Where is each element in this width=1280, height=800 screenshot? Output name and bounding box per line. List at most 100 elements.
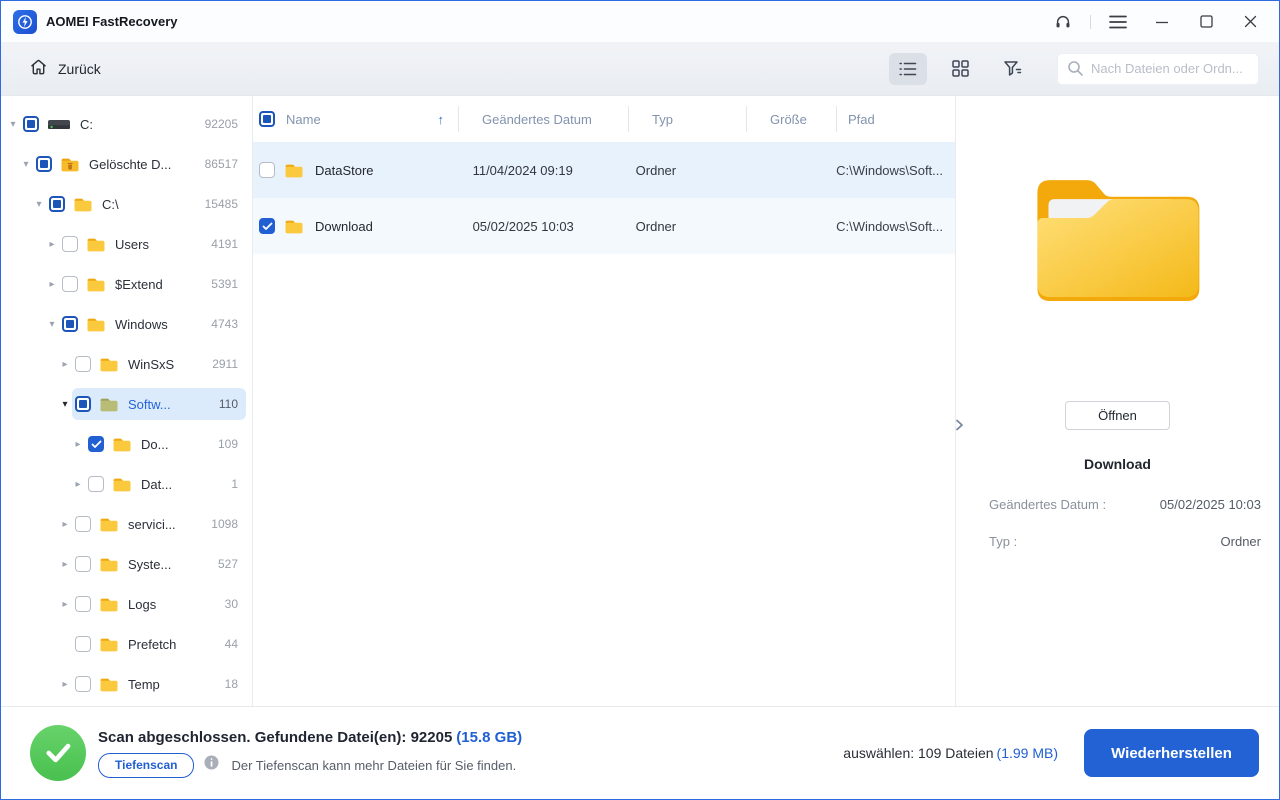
checkbox[interactable]	[75, 556, 91, 572]
close-button[interactable]	[1233, 7, 1267, 37]
tree-item-body[interactable]: C:\ 15485	[46, 188, 246, 220]
select-all-checkbox[interactable]	[259, 111, 275, 127]
table-body: DataStore 11/04/2024 09:19 Ordner C:\Window…	[253, 142, 955, 254]
tree-item-logs[interactable]: ▸ Logs 30	[1, 584, 252, 624]
tree-item-extend[interactable]: ▸ $Extend 5391	[1, 264, 252, 304]
tree-item-count: 1098	[211, 517, 238, 531]
search-input[interactable]	[1057, 52, 1259, 85]
tree-item-windows[interactable]: ▾ Windows 4743	[1, 304, 252, 344]
tree-item-count: 15485	[204, 197, 238, 211]
maximize-button[interactable]	[1189, 7, 1223, 37]
checkbox[interactable]	[88, 436, 104, 452]
tree-item-c[interactable]: ▾ C:\ 15485	[1, 184, 252, 224]
column-label-name: Name	[286, 111, 321, 127]
checkbox[interactable]	[259, 218, 275, 234]
checkbox[interactable]	[62, 236, 78, 252]
drive-icon	[47, 116, 71, 132]
deep-scan-button[interactable]: Tiefenscan	[98, 752, 195, 778]
tree-item-label: Syste...	[128, 556, 172, 572]
home-icon	[29, 58, 48, 79]
back-button[interactable]: Zurück	[29, 58, 101, 79]
tree-item-body[interactable]: servici... 1098	[72, 508, 246, 540]
tree-item-do[interactable]: ▸ Do... 109	[1, 424, 252, 464]
checkbox[interactable]	[259, 162, 275, 178]
checkbox[interactable]	[75, 636, 91, 652]
checkbox[interactable]	[75, 516, 91, 532]
tree-item-label: Logs	[128, 596, 157, 612]
tree-item-body[interactable]: Dat... 1	[85, 468, 246, 500]
expand-arrow-icon[interactable]: ▾	[19, 159, 33, 170]
list-view-button[interactable]	[889, 52, 927, 85]
tree-item-body[interactable]: $Extend 5391	[59, 268, 246, 300]
expand-arrow-icon[interactable]: ▾	[32, 199, 46, 210]
checkbox[interactable]	[75, 676, 91, 692]
table-row-datastore[interactable]: DataStore 11/04/2024 09:19 Ordner C:\Window…	[253, 142, 955, 198]
checkbox[interactable]	[62, 316, 78, 332]
table-row-download[interactable]: Download 05/02/2025 10:03 Ordner C:\Windows…	[253, 198, 955, 254]
tree-item-c[interactable]: ▾ C: 92205	[1, 104, 252, 144]
expand-arrow-icon[interactable]: ▾	[6, 119, 20, 130]
grid-view-button[interactable]	[941, 53, 979, 85]
filter-button[interactable]	[993, 53, 1031, 85]
checkbox[interactable]	[36, 156, 52, 172]
tree-item-syste[interactable]: ▸ Syste... 527	[1, 544, 252, 584]
tree-item-body[interactable]: C: 92205	[20, 108, 246, 140]
column-header-name[interactable]: Name ↑	[253, 96, 458, 142]
tree-item-body[interactable]: Do... 109	[85, 428, 246, 460]
checkbox[interactable]	[62, 276, 78, 292]
tree-item-body[interactable]: Syste... 527	[72, 548, 246, 580]
expand-arrow-icon[interactable]: ▾	[45, 319, 59, 330]
tree-item-count: 44	[224, 637, 238, 651]
column-header-path[interactable]: Pfad	[836, 96, 955, 142]
column-header-size[interactable]: Größe	[746, 96, 836, 142]
expand-arrow-icon[interactable]: ▸	[45, 239, 59, 250]
tree-item-gel-schte-d[interactable]: ▾ Gelöschte D... 86517	[1, 144, 252, 184]
expand-arrow-icon[interactable]: ▸	[71, 439, 85, 450]
expand-arrow-icon[interactable]: ▸	[58, 599, 72, 610]
tree-item-winsxs[interactable]: ▸ WinSxS 2911	[1, 344, 252, 384]
tree-item-count: 4743	[211, 317, 238, 331]
checkbox[interactable]	[75, 596, 91, 612]
tree-item-body[interactable]: Logs 30	[72, 588, 246, 620]
tree-item-dat[interactable]: ▸ Dat... 1	[1, 464, 252, 504]
open-button[interactable]: Öffnen	[1065, 401, 1170, 430]
tree-item-body[interactable]: Users 4191	[59, 228, 246, 260]
checkbox[interactable]	[88, 476, 104, 492]
tree-item-body[interactable]: Windows 4743	[59, 308, 246, 340]
expand-arrow-icon[interactable]: ▸	[58, 679, 72, 690]
statusbar: Scan abgeschlossen. Gefundene Datei(en):…	[1, 706, 1279, 799]
folder-icon	[99, 556, 119, 573]
tree-item-temp[interactable]: ▸ Temp 18	[1, 664, 252, 704]
toolbar: Zurück	[1, 42, 1279, 96]
expand-arrow-icon[interactable]: ▸	[71, 479, 85, 490]
expand-arrow-icon[interactable]: ▸	[45, 279, 59, 290]
checkbox[interactable]	[49, 196, 65, 212]
tree-item-prefetch[interactable]: Prefetch 44	[1, 624, 252, 664]
tree-item-label: C:	[80, 116, 93, 132]
column-header-date[interactable]: Geändertes Datum	[458, 96, 628, 142]
checkbox[interactable]	[23, 116, 39, 132]
sort-ascending-icon[interactable]: ↑	[438, 112, 445, 127]
recover-button[interactable]: Wiederherstellen	[1084, 729, 1259, 777]
checkbox[interactable]	[75, 356, 91, 372]
expand-arrow-icon[interactable]: ▾	[58, 399, 72, 410]
column-header-type[interactable]: Typ	[628, 96, 746, 142]
tree-item-users[interactable]: ▸ Users 4191	[1, 224, 252, 264]
expand-arrow-icon[interactable]: ▸	[58, 519, 72, 530]
tree-item-body[interactable]: WinSxS 2911	[72, 348, 246, 380]
tree-item-body[interactable]: Gelöschte D... 86517	[33, 148, 246, 180]
expand-arrow-icon[interactable]: ▸	[58, 559, 72, 570]
menu-hamburger-icon[interactable]	[1101, 7, 1135, 37]
tree-item-body[interactable]: Softw... 110	[72, 388, 246, 420]
tree-item-body[interactable]: Prefetch 44	[72, 628, 246, 660]
checkbox[interactable]	[75, 396, 91, 412]
tree-item-body[interactable]: Temp 18	[72, 668, 246, 700]
file-path: C:\Windows\Soft...	[836, 162, 943, 178]
back-label: Zurück	[58, 60, 101, 77]
collapse-panel-chevron-icon[interactable]	[954, 414, 970, 436]
expand-arrow-icon[interactable]: ▸	[58, 359, 72, 370]
tree-item-softw[interactable]: ▾ Softw... 110	[1, 384, 252, 424]
tree-item-servici[interactable]: ▸ servici... 1098	[1, 504, 252, 544]
minimize-button[interactable]	[1145, 7, 1179, 37]
support-headset-icon[interactable]	[1046, 7, 1080, 37]
